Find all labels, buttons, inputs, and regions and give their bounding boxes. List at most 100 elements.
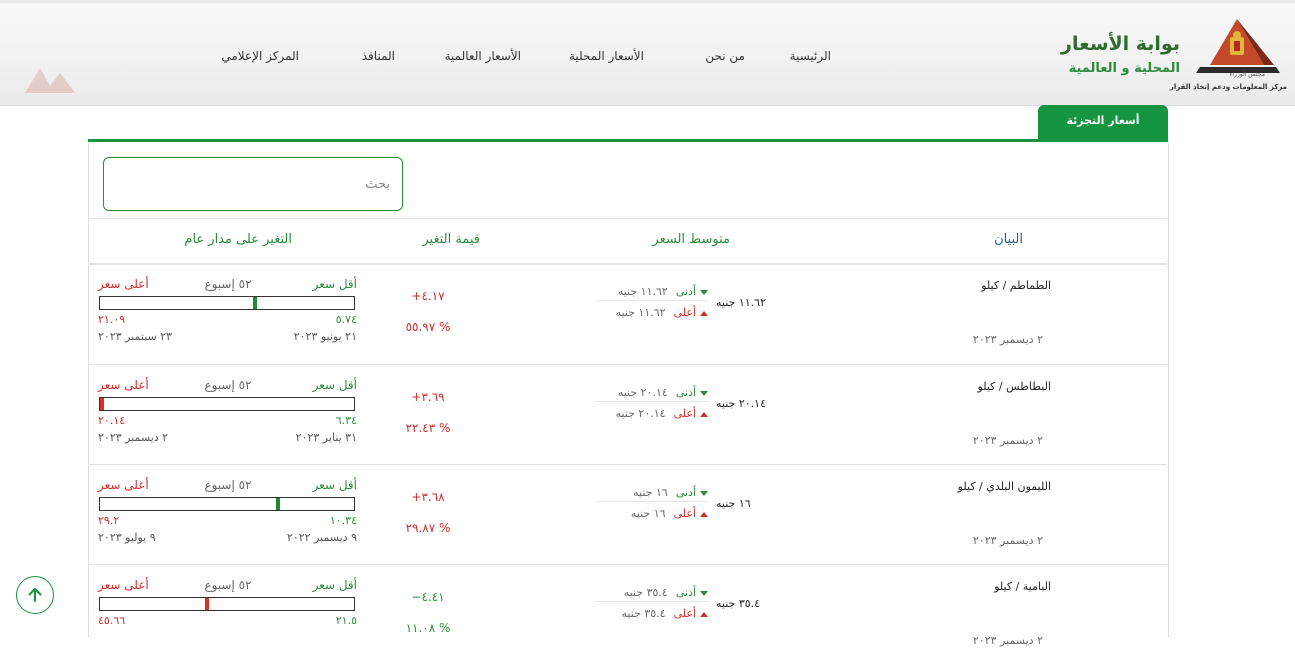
site-header: بوابة الأسعار المحلية و العالمية مجلس ال… (0, 3, 1295, 106)
header-change-value: قيمة التغير (422, 232, 480, 247)
change-percent: % ٥٥.٩٧ (405, 320, 451, 334)
price-range-bar (99, 397, 355, 411)
item-date: ٢ ديسمبر ٢٠٢٣ (972, 434, 1043, 447)
table-row: البطاطس / كيلو ٢ ديسمبر ٢٠٢٣ ٢٠.١٤ جنيه … (88, 365, 1167, 465)
nav-about[interactable]: من نحن (705, 49, 745, 63)
min-value: ١٦ جنيه (633, 486, 668, 499)
lowest-price-label: أقل سعر (312, 277, 357, 291)
item-name: الطماطم / كيلو (981, 279, 1051, 292)
min-price: أدنى ١٦ جنيه (596, 486, 708, 502)
current-price-marker (205, 598, 209, 610)
nav-media-center[interactable]: المركز الإعلامي (221, 49, 299, 63)
highest-price-date: ٩ يوليو ٢٠٢٣ (98, 531, 156, 544)
min-value: ٢٠.١٤ جنيه (617, 386, 668, 399)
table-row: البامية / كيلو ٢ ديسمبر ٢٠٢٣ ٣٥.٤ جنيه أ… (88, 565, 1167, 665)
max-label: أعلى (673, 407, 696, 420)
up-arrow-icon (700, 611, 708, 617)
nav-local-prices[interactable]: الأسعار المحلية (569, 49, 644, 63)
avg-price: ١٦ جنيه (716, 497, 751, 510)
highest-price-value: ٢٠.١٤ (98, 414, 126, 427)
table-row: الطماطم / كيلو ٢ ديسمبر ٢٠٢٣ ١١.٦٢ جنيه … (88, 264, 1167, 364)
table-row: الليمون البلدي / كيلو ٢ ديسمبر ٢٠٢٣ ١٦ ج… (88, 465, 1167, 565)
min-price: أدنى ١١.٦٢ جنيه (596, 285, 708, 301)
change-value: ٣.٦٩+ (411, 390, 445, 404)
min-value: ١١.٦٢ جنيه (617, 285, 668, 298)
highest-price-date: ٢ ديسمبر ٢٠٢٣ (98, 431, 169, 444)
lowest-price-date: ٩ ديسمبر ٢٠٢٢ (286, 531, 357, 544)
max-price: أعلى ١١.٦٢ جنيه (596, 306, 708, 319)
lowest-price-date: ٣١ يناير ٢٠٢٣ (295, 431, 357, 444)
item-name: البطاطس / كيلو (977, 380, 1051, 393)
current-price-marker (100, 398, 104, 410)
max-value: ٣٥.٤ جنيه (621, 607, 666, 620)
change-value: ٤.١٧+ (411, 289, 445, 303)
highest-price-value: ٢٩.٢ (98, 514, 120, 527)
down-arrow-icon (700, 390, 708, 396)
lowest-price-value: ٥.٧٤ (335, 313, 357, 326)
down-arrow-icon (700, 490, 708, 496)
up-arrow-icon (700, 411, 708, 417)
lowest-price-date: ٢١ يونيو ٢٠٢٣ (293, 330, 357, 343)
header-avg-price: متوسط السعر (652, 232, 730, 247)
change-percent: % ٢٩.٨٧ (405, 521, 451, 535)
week52-label: ٥٢ إسبوع (204, 277, 252, 291)
highest-price-label: أعلى سعر (98, 277, 149, 291)
avg-price: ٢٠.١٤ جنيه (716, 397, 766, 410)
up-arrow-icon (700, 310, 708, 316)
price-range-bar (99, 296, 355, 310)
week52-label: ٥٢ إسبوع (204, 378, 252, 392)
min-label: أدنى (675, 486, 696, 499)
lowest-price-label: أقل سعر (312, 478, 357, 492)
week52-label: ٥٢ إسبوع (204, 578, 252, 592)
min-price: أدنى ٢٠.١٤ جنيه (596, 386, 708, 402)
current-price-marker (276, 498, 280, 510)
down-arrow-icon (700, 590, 708, 596)
avg-price: ١١.٦٢ جنيه (716, 296, 766, 309)
highest-price-label: أعلى سعر (98, 578, 149, 592)
max-label: أعلى (673, 507, 696, 520)
max-value: ١٦ جنيه (630, 507, 666, 520)
arrow-up-icon (28, 588, 42, 602)
min-label: أدنى (675, 285, 696, 298)
lowest-price-label: أقل سعر (312, 578, 357, 592)
header-item: البيان (994, 232, 1023, 247)
min-label: أدنى (675, 386, 696, 399)
item-name: الليمون البلدي / كيلو (957, 480, 1051, 493)
lowest-price-value: ٢١.٥ (335, 614, 357, 627)
logo-center: مركز المعلومات ودعم إتخاذ القرار (1169, 83, 1287, 91)
change-percent: % ١١.٠٨ (405, 621, 451, 635)
price-range-bar (99, 597, 355, 611)
min-label: أدنى (675, 586, 696, 599)
nav-home[interactable]: الرئيسية (790, 49, 831, 63)
highest-price-date: ٢٣ سبتمبر ٢٠٢٣ (98, 330, 173, 343)
max-price: أعلى ٢٠.١٤ جنيه (596, 407, 708, 420)
nav-outlets[interactable]: المنافذ (362, 49, 395, 63)
highest-price-value: ٤٥.٦٦ (98, 614, 126, 627)
max-value: ٢٠.١٤ جنيه (615, 407, 666, 420)
search-input[interactable] (103, 157, 403, 211)
lowest-price-label: أقل سعر (312, 378, 357, 392)
change-value: ٤.٤١− (411, 590, 445, 604)
up-arrow-icon (700, 511, 708, 517)
divider (88, 218, 1167, 219)
item-name: البامية / كيلو (994, 580, 1051, 593)
avg-price: ٣٥.٤ جنيه (716, 597, 761, 610)
min-value: ٣٥.٤ جنيه (623, 586, 668, 599)
scroll-top-button[interactable] (16, 576, 54, 614)
down-arrow-icon (700, 289, 708, 295)
lowest-price-value: ١٠.٣٤ (329, 514, 357, 527)
highest-price-value: ٢١.٠٩ (98, 313, 126, 326)
change-value: ٣.٦٨+ (411, 490, 445, 504)
tab-retail-prices[interactable]: أسعار التجزئة (1038, 105, 1168, 139)
max-label: أعلى (673, 306, 696, 319)
max-label: أعلى (673, 607, 696, 620)
lowest-price-value: ٦.٣٤ (335, 414, 357, 427)
item-date: ٢ ديسمبر ٢٠٢٣ (972, 634, 1043, 647)
week52-label: ٥٢ إسبوع (204, 478, 252, 492)
highest-price-label: أعلى سعر (98, 478, 149, 492)
main-nav: الرئيسية من نحن الأسعار المحلية الأسعار … (0, 49, 1295, 69)
highest-price-label: أعلى سعر (98, 378, 149, 392)
nav-global-prices[interactable]: الأسعار العالمية (445, 49, 521, 63)
item-date: ٢ ديسمبر ٢٠٢٣ (972, 333, 1043, 346)
max-price: أعلى ١٦ جنيه (596, 507, 708, 520)
